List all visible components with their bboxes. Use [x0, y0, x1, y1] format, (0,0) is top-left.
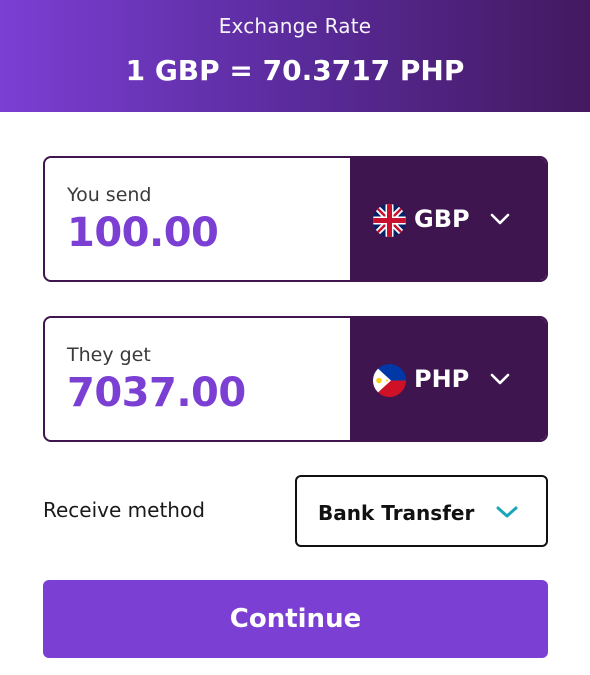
- receive-method-value: Bank Transfer: [318, 501, 475, 525]
- send-caption: You send: [67, 184, 152, 206]
- philippines-flag-icon: [373, 364, 406, 397]
- send-currency-selector[interactable]: GBP: [350, 158, 546, 280]
- receive-method-label: Receive method: [43, 498, 205, 522]
- send-amount-card: You send 100.00 GBP: [43, 156, 548, 282]
- chevron-down-icon: [496, 506, 518, 518]
- uk-flag-icon: [373, 204, 406, 237]
- continue-button[interactable]: Continue: [43, 580, 548, 658]
- exchange-rate-value: 1 GBP = 70.3717 PHP: [125, 54, 465, 87]
- chevron-down-icon: [490, 373, 510, 385]
- receive-currency-selector[interactable]: PHP: [350, 318, 546, 440]
- send-amount-input[interactable]: 100.00: [67, 210, 219, 256]
- exchange-rate-header: Exchange Rate 1 GBP = 70.3717 PHP: [0, 0, 590, 112]
- receive-method-dropdown[interactable]: Bank Transfer: [295, 475, 548, 547]
- receive-currency-code: PHP: [414, 365, 470, 393]
- receive-caption: They get: [67, 344, 151, 366]
- exchange-rate-label: Exchange Rate: [218, 14, 372, 38]
- chevron-down-icon: [490, 213, 510, 225]
- send-currency-code: GBP: [414, 205, 470, 233]
- receive-amount-card: They get 7037.00 PHP: [43, 316, 548, 442]
- receive-amount-input[interactable]: 7037.00: [67, 370, 246, 416]
